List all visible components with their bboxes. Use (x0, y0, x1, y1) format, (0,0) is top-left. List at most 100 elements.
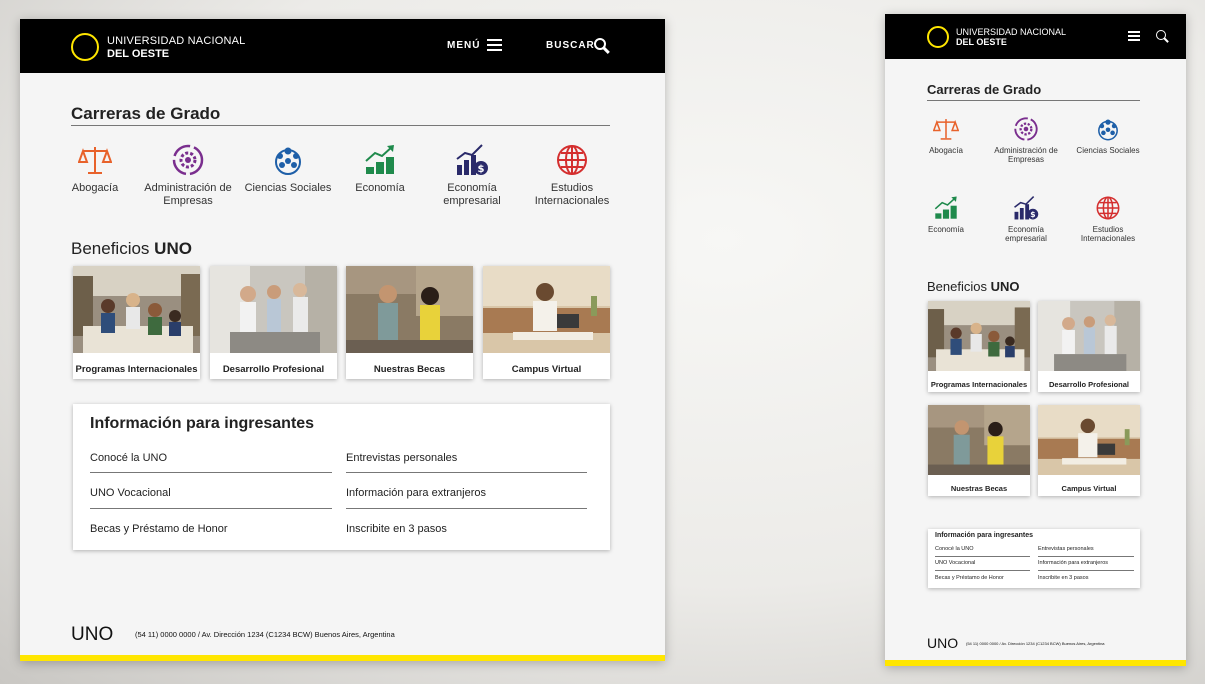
career-label: Economía (355, 182, 405, 194)
info-divider (90, 508, 332, 509)
career-ciencias-sociales[interactable]: Ciencias Sociales (1073, 116, 1143, 155)
photo-professionals-meeting (1038, 301, 1140, 371)
people-globe-icon (1098, 119, 1118, 141)
info-link-extranjeros[interactable]: Información para extranjeros (1038, 560, 1108, 566)
career-estudios-internacionales[interactable]: Estudios Internacionales (524, 143, 620, 207)
info-divider (1038, 556, 1134, 557)
search-icon[interactable] (1156, 30, 1169, 43)
hamburger-icon[interactable] (487, 39, 502, 51)
benefits-title: Beneficios UNO (71, 239, 192, 258)
info-link-conoce[interactable]: Conocé la UNO (935, 546, 974, 552)
money-growth-icon (365, 145, 394, 174)
career-abogacia[interactable]: Abogacía (47, 143, 143, 195)
globe-icon (557, 145, 587, 175)
chart-dollar-icon: $ (1014, 195, 1039, 220)
info-link-inscribite[interactable]: Inscribite en 3 pasos (346, 523, 447, 535)
info-title: Información para ingresantes (935, 532, 1034, 539)
benefit-card-label: Campus Virtual (1061, 483, 1117, 493)
menu-button-label[interactable]: MENÚ (447, 40, 480, 51)
people-globe-icon (275, 147, 301, 175)
info-link-inscribite[interactable]: Inscribite en 3 pasos (1038, 575, 1088, 581)
benefit-card-desarrollo[interactable]: Desarrollo Profesional (210, 266, 337, 379)
career-label: Ciencias Sociales (1076, 146, 1140, 155)
careers-section-title: Carreras de Grado (71, 104, 221, 123)
info-box: Información para ingresantes Conocé la U… (928, 529, 1140, 588)
career-administracion[interactable]: Administración de Empresas (991, 116, 1061, 164)
logo-text-line1[interactable]: UNIVERSIDAD NACIONAL (956, 27, 1066, 37)
benefit-card-label: Desarrollo Profesional (222, 364, 325, 376)
photo-students-walking (346, 266, 473, 353)
info-link-vocacional[interactable]: UNO Vocacional (935, 560, 975, 566)
photo-students-walking (928, 405, 1030, 475)
career-label: Administración de Empresas (144, 182, 232, 207)
benefit-card-label: Desarrollo Profesional (1048, 379, 1130, 389)
career-economia-empresarial[interactable]: $ Economía empresarial (424, 143, 520, 207)
career-label: Administración de Empresas (994, 146, 1058, 165)
careers-section-title: Carreras de Grado (927, 82, 1042, 97)
logo-text-line2[interactable]: DEL OESTE (956, 37, 1007, 47)
site-header: UNIVERSIDAD NACIONAL DEL OESTE (885, 14, 1186, 59)
chart-dollar-icon: $ (456, 144, 488, 175)
search-button-label[interactable]: BUSCAR (546, 40, 595, 51)
photo-student-laptop (1038, 405, 1140, 475)
career-label: Abogacía (929, 146, 963, 155)
hamburger-icon[interactable] (1128, 31, 1140, 41)
info-link-extranjeros[interactable]: Información para extranjeros (346, 487, 486, 499)
benefit-card-programas[interactable]: Programas Internacionales (73, 266, 200, 379)
scales-icon (78, 147, 112, 174)
career-label: Estudios Internacionales (534, 182, 610, 207)
info-divider (346, 472, 587, 473)
info-link-vocacional[interactable]: UNO Vocacional (90, 487, 171, 499)
career-economia-empresarial[interactable]: $ Economía empresarial (991, 195, 1061, 243)
money-growth-icon (934, 196, 957, 219)
info-link-entrevistas[interactable]: Entrevistas personales (346, 452, 457, 464)
footer-brand[interactable]: UNO (927, 635, 958, 651)
careers-title-rule (927, 100, 1140, 101)
info-link-becas[interactable]: Becas y Préstamo de Honor (90, 523, 228, 535)
footer-brand[interactable]: UNO (71, 624, 113, 646)
desktop-mockup: UNIVERSIDAD NACIONAL DEL OESTE MENÚ BUSC… (20, 19, 665, 661)
benefit-card-becas[interactable]: Nuestras Becas (928, 405, 1030, 496)
photo-students-highfive (73, 266, 200, 353)
career-label: Estudios Internacionales (1080, 225, 1136, 244)
photo-students-highfive (928, 301, 1030, 371)
info-link-conoce[interactable]: Conocé la UNO (90, 452, 167, 464)
logo-ring-icon[interactable] (927, 26, 949, 48)
career-label: Abogacía (71, 182, 119, 194)
benefit-card-desarrollo[interactable]: Desarrollo Profesional (1038, 301, 1140, 392)
globe-icon (1096, 196, 1120, 220)
benefit-card-label: Programas Internacionales (930, 379, 1028, 389)
site-header: UNIVERSIDAD NACIONAL DEL OESTE MENÚ BUSC… (20, 19, 665, 73)
careers-title-rule (71, 125, 610, 126)
footer-accent-bar (885, 660, 1186, 666)
logo-ring-icon[interactable] (71, 33, 99, 61)
benefit-card-becas[interactable]: Nuestras Becas (346, 266, 473, 379)
benefit-card-label: Programas Internacionales (75, 364, 198, 376)
footer-address: (54 11) 0000 0000 / Av. Dirección 1234 (… (135, 630, 395, 639)
search-icon[interactable] (594, 38, 610, 54)
career-ciencias-sociales[interactable]: Ciencias Sociales (240, 143, 336, 195)
gear-cycle-icon (172, 144, 204, 176)
info-divider (935, 556, 1030, 557)
logo-text-line2[interactable]: DEL OESTE (107, 48, 169, 60)
career-label: Economía empresarial (443, 182, 501, 207)
info-title: Información para ingresantes (90, 415, 315, 432)
benefit-card-campus[interactable]: Campus Virtual (483, 266, 610, 379)
benefit-card-programas[interactable]: Programas Internacionales (928, 301, 1030, 392)
svg-text:$: $ (1030, 210, 1035, 219)
info-link-becas[interactable]: Becas y Préstamo de Honor (935, 575, 1004, 581)
career-abogacia[interactable]: Abogacía (911, 116, 981, 155)
scales-icon (933, 119, 959, 140)
info-link-entrevistas[interactable]: Entrevistas personales (1038, 546, 1094, 552)
career-estudios-internacionales[interactable]: Estudios Internacionales (1073, 195, 1143, 243)
logo-text-line1[interactable]: UNIVERSIDAD NACIONAL (107, 35, 245, 47)
career-label: Ciencias Sociales (244, 182, 332, 194)
benefit-card-campus[interactable]: Campus Virtual (1038, 405, 1140, 496)
career-administracion[interactable]: Administración de Empresas (140, 143, 236, 207)
benefit-card-label: Campus Virtual (511, 364, 582, 376)
photo-professionals-meeting (210, 266, 337, 353)
info-divider (935, 570, 1030, 571)
career-economia[interactable]: Economía (911, 195, 981, 234)
footer-accent-bar (20, 655, 665, 661)
career-economia[interactable]: Economía (332, 143, 428, 195)
